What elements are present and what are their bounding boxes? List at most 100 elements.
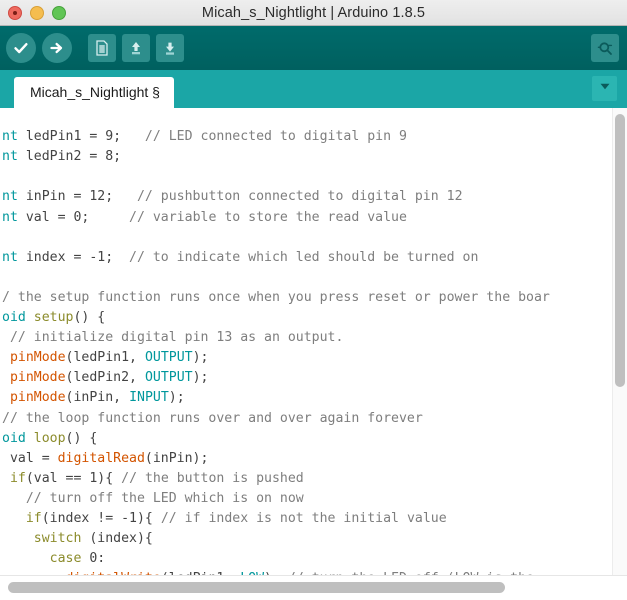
checkmark-icon	[12, 39, 30, 57]
code-token: index = -1;	[25, 249, 130, 265]
code-token: nt	[2, 189, 26, 205]
code-token: if	[25, 510, 42, 526]
code-line: oid loop() {	[0, 429, 550, 449]
code-line: if(val == 1){ // the button is pushed	[0, 469, 550, 489]
code-token: );	[192, 350, 209, 366]
code-token: (index != -1){	[41, 510, 161, 526]
arduino-ide-window: Micah_s_Nightlight | Arduino 1.8.5 Micah…	[0, 0, 627, 600]
code-line: // initialize digital pin 13 as an outpu…	[0, 328, 550, 348]
new-button[interactable]	[88, 34, 116, 62]
serial-monitor-button[interactable]	[591, 34, 619, 62]
code-token: ledPin2 = 8;	[25, 149, 122, 165]
vertical-scrollbar-thumb[interactable]	[615, 114, 625, 387]
title-bar: Micah_s_Nightlight | Arduino 1.8.5	[0, 0, 627, 26]
code-line: case 0:	[0, 549, 550, 569]
code-line: if(index != -1){ // if index is not the …	[0, 509, 550, 529]
window-title: Micah_s_Nightlight | Arduino 1.8.5	[201, 4, 426, 21]
code-line: // the loop function runs over and over …	[0, 409, 550, 429]
code-token: // if index is not the initial value	[160, 510, 447, 526]
code-token: case	[49, 551, 82, 567]
code-token: OUTPUT	[144, 350, 193, 366]
open-button[interactable]	[122, 34, 150, 62]
code-token: // to indicate which led should be turne…	[129, 249, 479, 265]
code-token: (inPin,	[65, 390, 130, 406]
down-arrow-icon	[161, 39, 179, 57]
code-token: // the loop function runs over and over …	[2, 410, 423, 426]
code-token: INPUT	[129, 390, 169, 406]
code-token: nt	[2, 209, 26, 225]
code-token: () {	[65, 430, 98, 446]
code-token: // variable to store the read value	[129, 209, 407, 225]
code-token: (val == 1){	[25, 470, 122, 486]
code-token: // LED connected to digital pin 9	[144, 129, 407, 145]
right-arrow-icon	[48, 39, 66, 57]
chevron-down-icon	[598, 79, 612, 98]
code-token: val = 0;	[25, 209, 130, 225]
code-line: nt inPin = 12; // pushbutton connected t…	[0, 187, 550, 207]
horizontal-scrollbar-thumb[interactable]	[8, 582, 505, 593]
code-token: digitalRead	[57, 450, 145, 466]
code-line: / the setup function runs once when you …	[0, 288, 550, 308]
code-token: 0:	[81, 551, 106, 567]
code-token: (ledPin1,	[65, 350, 145, 366]
window-controls	[8, 5, 66, 20]
code-token: );	[168, 390, 185, 406]
verify-button[interactable]	[6, 33, 36, 63]
code-token: () {	[73, 310, 106, 326]
horizontal-scrollbar[interactable]	[0, 575, 627, 600]
upload-button[interactable]	[42, 33, 72, 63]
code-token: loop	[33, 430, 66, 446]
code-token: ledPin1 = 9;	[25, 129, 145, 145]
code-line: val = digitalRead(inPin);	[0, 449, 550, 469]
code-token: (ledPin2,	[65, 370, 145, 386]
save-button[interactable]	[156, 34, 184, 62]
code-line: nt ledPin2 = 8;	[0, 147, 550, 167]
code-token: // pushbutton connected to digital pin 1…	[136, 189, 463, 205]
code-token: pinMode	[9, 350, 66, 366]
code-line: // turn off the LED which is on now	[0, 489, 550, 509]
code-line: oid setup() {	[0, 308, 550, 328]
code-editor[interactable]: nt ledPin1 = 9; // LED connected to digi…	[0, 108, 627, 575]
tab-menu-button[interactable]	[592, 76, 617, 101]
code-line: pinMode(inPin, INPUT);	[0, 388, 550, 408]
code-line: pinMode(ledPin1, OUTPUT);	[0, 348, 550, 368]
tab-micah-s-nightlight[interactable]: Micah_s_Nightlight §	[14, 77, 174, 108]
magnifier-icon	[595, 38, 615, 58]
code-token: (index){	[81, 531, 153, 547]
code-token: nt	[2, 149, 26, 165]
vertical-scrollbar[interactable]	[612, 108, 627, 575]
minimize-button[interactable]	[30, 5, 44, 20]
code-token: oid	[2, 430, 34, 446]
close-button[interactable]	[8, 5, 22, 20]
code-token: if	[9, 470, 26, 486]
code-token: pinMode	[9, 390, 66, 406]
code-token: nt	[2, 249, 26, 265]
code-token: // the button is pushed	[121, 470, 304, 486]
code-token: // turn off the LED which is on now	[25, 490, 304, 506]
code-line: pinMode(ledPin2, OUTPUT);	[0, 368, 550, 388]
code-token: // initialize digital pin 13 as an outpu…	[9, 330, 344, 346]
code-line: nt val = 0; // variable to store the rea…	[0, 208, 550, 228]
tab-bar: Micah_s_Nightlight §	[0, 70, 627, 108]
code-token: (inPin);	[144, 450, 209, 466]
code-text[interactable]: nt ledPin1 = 9; // LED connected to digi…	[0, 121, 550, 575]
toolbar	[0, 26, 627, 70]
maximize-button[interactable]	[52, 5, 66, 20]
code-token: nt	[2, 129, 26, 145]
code-line: nt ledPin1 = 9; // LED connected to digi…	[0, 127, 550, 147]
new-file-icon	[93, 39, 111, 57]
code-line: switch (index){	[0, 529, 550, 549]
code-token: oid	[2, 310, 34, 326]
code-token: OUTPUT	[144, 370, 193, 386]
